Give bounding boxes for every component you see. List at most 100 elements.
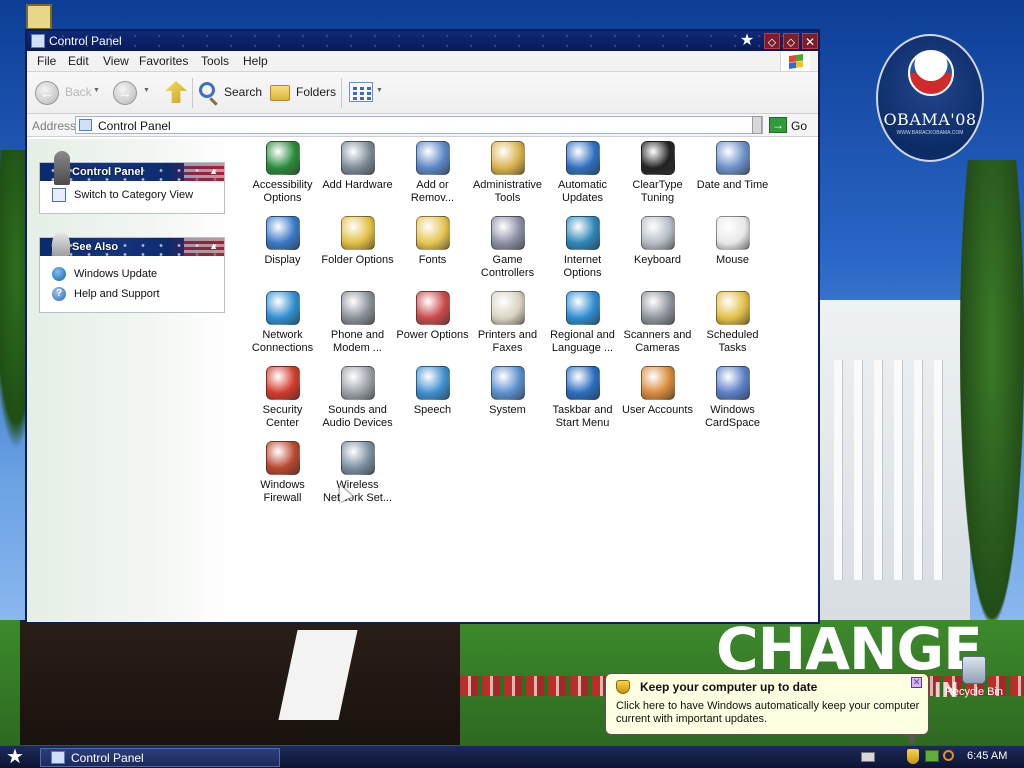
go-button[interactable]: Go [791, 119, 807, 133]
menu-view[interactable]: View [103, 54, 129, 68]
applet-label: Mouse [715, 254, 750, 266]
cardspace-icon [715, 366, 750, 400]
applet-item[interactable]: Wireless Network Set... [320, 441, 395, 513]
close-button[interactable]: ✕ [802, 33, 818, 49]
views-dropdown-icon[interactable]: ▼ [376, 87, 383, 94]
back-button[interactable]: ← [35, 81, 59, 105]
applet-item[interactable]: Add or Remov... [395, 141, 470, 213]
help-support-label: Help and Support [74, 288, 160, 300]
applet-item[interactable]: Speech [395, 366, 470, 438]
wallpaper-tree [960, 160, 1024, 620]
control-panel-box-icon [54, 151, 70, 185]
go-arrow-icon[interactable]: → [769, 117, 787, 133]
phone-modem-icon [340, 291, 375, 325]
minimize-button[interactable]: ⬦ [764, 33, 780, 49]
security-alert-icon[interactable] [907, 749, 919, 764]
applet-item[interactable]: User Accounts [620, 366, 695, 438]
see-also-box-header[interactable]: See Also ▲ [40, 232, 224, 256]
applet-item[interactable]: Internet Options [545, 216, 620, 288]
forward-dropdown-icon[interactable]: ▼ [143, 87, 150, 94]
applet-label: Fonts [418, 254, 447, 266]
applet-item[interactable]: Regional and Language ... [545, 291, 620, 363]
windows-update-link[interactable]: Windows Update [50, 266, 216, 286]
balloon-close-button[interactable]: ✕ [911, 677, 922, 688]
windows-firewall-icon [265, 441, 300, 475]
mouse-icon [715, 216, 750, 250]
scanners-cameras-icon [640, 291, 675, 325]
search-icon[interactable] [199, 82, 215, 98]
applet-label: Speech [413, 404, 452, 416]
applet-item[interactable]: Scheduled Tasks [695, 291, 770, 363]
applet-item[interactable]: Scanners and Cameras [620, 291, 695, 363]
control-panel-box-header[interactable]: Control Panel ▲ [40, 151, 224, 185]
applet-label: Add Hardware [322, 179, 393, 191]
back-dropdown-icon[interactable]: ▼ [93, 87, 100, 94]
applet-item[interactable]: Printers and Faxes [470, 291, 545, 363]
title-bar[interactable]: Control Panel ★ ⬦ ⬦ ✕ [27, 31, 818, 51]
applet-label: Automatic Updates [558, 179, 607, 204]
update-notification-balloon[interactable]: Keep your computer up to date ✕ Click he… [605, 673, 929, 746]
administrative-tools-icon [490, 141, 525, 175]
toolbar-separator [192, 78, 193, 108]
menu-edit[interactable]: Edit [68, 54, 89, 68]
applet-item[interactable]: Add Hardware [320, 141, 395, 213]
toolbar: ← Back ▼ → ▼ Search Folders ▼ [27, 72, 818, 114]
applet-item[interactable]: Fonts [395, 216, 470, 288]
applet-label: Windows Firewall [260, 479, 305, 504]
applet-item[interactable]: Date and Time [695, 141, 770, 213]
network-icon[interactable] [925, 750, 939, 762]
address-input[interactable]: Control Panel [75, 116, 763, 134]
switch-category-view-link[interactable]: Switch to Category View [50, 187, 216, 207]
applet-item[interactable]: Phone and Modem ... [320, 291, 395, 363]
wallpaper-person [20, 620, 460, 745]
menu-favorites[interactable]: Favorites [139, 54, 188, 68]
up-folder-icon[interactable] [165, 81, 187, 103]
applet-label: Network Connections [251, 329, 314, 354]
applet-item[interactable]: Automatic Updates [545, 141, 620, 213]
desktop-shortcut-icon[interactable] [26, 4, 52, 30]
applet-item[interactable]: Game Controllers [470, 216, 545, 288]
search-button[interactable]: Search [224, 85, 262, 99]
recycle-bin[interactable]: Recycle Bin [944, 656, 1004, 698]
applet-item[interactable]: ClearType Tuning [620, 141, 695, 213]
collapse-chevron-icon[interactable]: ▲ [209, 241, 218, 251]
menu-help[interactable]: Help [243, 54, 268, 68]
applet-label: Display [264, 254, 301, 266]
applet-item[interactable]: Keyboard [620, 216, 695, 288]
applet-item[interactable]: Folder Options [320, 216, 395, 288]
obama-logo-icon [908, 50, 954, 96]
clock[interactable]: 6:45 AM [967, 750, 1007, 762]
forward-button[interactable]: → [113, 81, 137, 105]
search-icon[interactable] [943, 750, 954, 761]
help-support-link[interactable]: ? Help and Support [50, 286, 216, 306]
views-icon[interactable] [349, 82, 373, 102]
add-remove-programs-icon [415, 141, 450, 175]
applet-label: Phone and Modem ... [330, 329, 385, 354]
taskbar-control-panel-button[interactable]: Control Panel [40, 748, 280, 767]
applet-item[interactable]: Administrative Tools [470, 141, 545, 213]
address-dropdown[interactable] [752, 116, 762, 134]
folders-button[interactable]: Folders [296, 85, 336, 99]
applet-item[interactable]: System [470, 366, 545, 438]
balloon-title: Keep your computer up to date [640, 680, 818, 694]
maximize-button[interactable]: ⬦ [783, 33, 799, 49]
control-panel-icon [79, 119, 92, 131]
obama-badge: OBAMA'08 WWW.BARACKOBAMA.COM [876, 34, 984, 162]
applet-item[interactable]: Network Connections [245, 291, 320, 363]
applet-item[interactable]: Power Options [395, 291, 470, 363]
keyboard-icon[interactable] [861, 752, 875, 762]
applet-item[interactable]: Display [245, 216, 320, 288]
start-button[interactable]: ★ [6, 747, 24, 767]
applet-item[interactable]: Accessibility Options [245, 141, 320, 213]
applet-item[interactable]: Taskbar and Start Menu [545, 366, 620, 438]
collapse-chevron-icon[interactable]: ▲ [209, 166, 218, 176]
applet-item[interactable]: Windows CardSpace [695, 366, 770, 438]
menu-file[interactable]: File [37, 54, 56, 68]
applet-item[interactable]: Windows Firewall [245, 441, 320, 513]
applet-item[interactable]: Mouse [695, 216, 770, 288]
menu-tools[interactable]: Tools [201, 54, 229, 68]
star-icon[interactable]: ★ [739, 33, 755, 49]
folders-icon[interactable] [270, 85, 290, 101]
applet-item[interactable]: Sounds and Audio Devices [320, 366, 395, 438]
applet-item[interactable]: Security Center [245, 366, 320, 438]
